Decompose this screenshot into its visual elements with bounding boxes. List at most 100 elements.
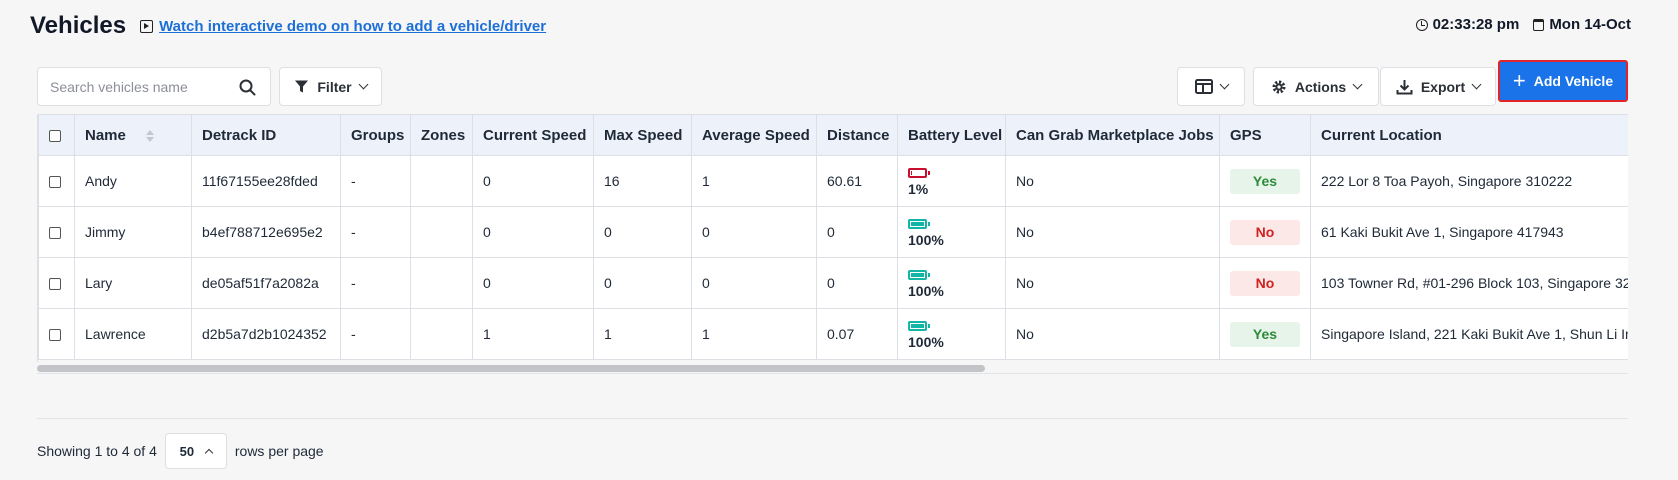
gps-status-badge: No: [1230, 219, 1300, 245]
scrollbar-thumb[interactable]: [37, 365, 985, 372]
cell-detrack-id: d2b5a7d2b1024352: [191, 308, 341, 360]
cell-gps: Yes: [1219, 155, 1311, 207]
cell-name: Andy: [74, 155, 192, 207]
showing-count: Showing 1 to 4 of 4: [37, 443, 157, 459]
time-item: 02:33:28 pm: [1415, 16, 1520, 33]
filter-button[interactable]: Filter: [279, 67, 382, 106]
demo-link[interactable]: Watch interactive demo on how to add a v…: [159, 18, 546, 35]
cell-detrack-id: de05af51f7a2082a: [191, 257, 341, 309]
search-input[interactable]: [50, 78, 230, 95]
battery-percent: 100%: [908, 283, 944, 299]
cell-detrack-id: 11f67155ee28fded: [191, 155, 341, 207]
cell-marketplace: No: [1005, 206, 1220, 258]
battery-percent: 100%: [908, 232, 944, 248]
column-header-current-location[interactable]: Current Location: [1310, 114, 1628, 156]
column-header-distance[interactable]: Distance: [816, 114, 898, 156]
cell-marketplace: No: [1005, 155, 1220, 207]
row-checkbox[interactable]: [49, 176, 61, 189]
export-button[interactable]: Export: [1380, 67, 1496, 106]
rows-per-page-value: 50: [179, 443, 195, 459]
gps-status-badge: Yes: [1230, 168, 1300, 194]
rows-per-page-label: rows per page: [234, 443, 324, 459]
cell-current-location: 103 Towner Rd, #01-296 Block 103, Singap…: [1310, 257, 1628, 309]
cell-groups: -: [340, 206, 411, 258]
gps-status-badge: No: [1230, 270, 1300, 296]
play-icon: [140, 19, 154, 33]
add-vehicle-button[interactable]: + Add Vehicle: [1498, 60, 1628, 102]
column-header-gps[interactable]: GPS: [1219, 114, 1311, 156]
cell-battery-level: 100%: [897, 257, 1006, 309]
column-header-max-speed[interactable]: Max Speed: [593, 114, 692, 156]
table-header-row: Name Detrack ID Groups Zones Current Spe…: [38, 114, 1628, 156]
table-row[interactable]: Jimmy b4ef788712e695e2-0 0 0 0 100% No No 61 Kak…: [38, 206, 1628, 258]
cell-max-speed: 1: [593, 308, 692, 360]
cell-gps: Yes: [1219, 308, 1311, 360]
cell-groups: -: [340, 308, 411, 360]
row-checkbox[interactable]: [49, 329, 61, 342]
column-header-zones[interactable]: Zones: [410, 114, 473, 156]
cell-current-speed: 0: [472, 206, 594, 258]
cell-zones: [410, 308, 473, 360]
battery-icon: [908, 321, 930, 331]
column-header-average-speed[interactable]: Average Speed: [691, 114, 817, 156]
row-select-cell: [38, 257, 75, 309]
column-header-battery-level[interactable]: Battery Level: [897, 114, 1006, 156]
cell-average-speed: 0: [691, 257, 817, 309]
column-header-current-speed[interactable]: Current Speed: [472, 114, 594, 156]
cell-marketplace: No: [1005, 308, 1220, 360]
actions-button[interactable]: Actions: [1253, 67, 1379, 106]
page-title: Vehicles: [30, 12, 127, 39]
add-vehicle-label: Add Vehicle: [1533, 73, 1614, 89]
cell-distance: 60.61: [816, 155, 898, 207]
cell-zones: [410, 155, 473, 207]
row-select-cell: [38, 206, 75, 258]
table-row[interactable]: Lawrence d2b5a7d2b1024352-1 1 1 0.07 100% No Ye…: [38, 308, 1628, 360]
select-all-cell: [38, 114, 75, 156]
cell-max-speed: 0: [593, 257, 692, 309]
cell-battery-level: 1%: [897, 155, 1006, 207]
row-checkbox[interactable]: [49, 278, 61, 291]
cell-current-location: 61 Kaki Bukit Ave 1, Singapore 417943: [1310, 206, 1628, 258]
column-layout-button[interactable]: [1177, 67, 1245, 106]
chevron-down-icon: [358, 79, 369, 90]
battery-icon: [908, 270, 930, 280]
actions-label: Actions: [1294, 78, 1347, 95]
table-row[interactable]: Lary de05af51f7a2082a -0 0 0 0 100% No No 103 Tow…: [38, 257, 1628, 309]
date-item: Mon 14-Oct: [1533, 16, 1631, 33]
cell-battery-level: 100%: [897, 206, 1006, 258]
column-header-detrack-id[interactable]: Detrack ID: [191, 114, 341, 156]
search-icon[interactable]: [239, 79, 256, 96]
gear-icon: [1272, 80, 1286, 93]
row-checkbox[interactable]: [49, 227, 61, 240]
sort-icon[interactable]: [145, 129, 154, 142]
calendar-icon: [1533, 18, 1545, 31]
demo-link-group: Watch interactive demo on how to add a v…: [140, 18, 546, 35]
column-header-name[interactable]: Name: [74, 114, 192, 156]
cell-groups: -: [340, 257, 411, 309]
cell-name: Lary: [74, 257, 192, 309]
cell-battery-level: 100%: [897, 308, 1006, 360]
cell-max-speed: 16: [593, 155, 692, 207]
chevron-down-icon: [1352, 79, 1363, 90]
page-header: Vehicles Watch interactive demo on how t…: [30, 10, 546, 42]
pagination-footer: Showing 1 to 4 of 4 50 rows per page: [37, 433, 324, 469]
cell-distance: 0.07: [816, 308, 898, 360]
search-box: [37, 67, 271, 106]
column-header-groups[interactable]: Groups: [340, 114, 411, 156]
cell-detrack-id: b4ef788712e695e2: [191, 206, 341, 258]
current-time: 02:33:28 pm: [1432, 16, 1520, 33]
rows-per-page-select[interactable]: 50: [164, 433, 227, 469]
chevron-down-icon: [1219, 79, 1229, 90]
horizontal-scrollbar[interactable]: [37, 362, 1628, 374]
filter-icon: [295, 80, 309, 93]
column-header-marketplace[interactable]: Can Grab Marketplace Jobs: [1005, 114, 1220, 156]
cell-gps: No: [1219, 206, 1311, 258]
gps-status-badge: Yes: [1230, 321, 1300, 347]
cell-current-speed: 0: [472, 155, 594, 207]
clock-icon: [1415, 18, 1428, 31]
columns-icon: [1194, 79, 1213, 94]
select-all-checkbox[interactable]: [49, 129, 61, 142]
table-row[interactable]: Andy 11f67155ee28fded - 0 16 1 60.61 1% No Yes 222…: [38, 155, 1628, 207]
battery-icon: [908, 219, 930, 229]
cell-current-speed: 0: [472, 257, 594, 309]
